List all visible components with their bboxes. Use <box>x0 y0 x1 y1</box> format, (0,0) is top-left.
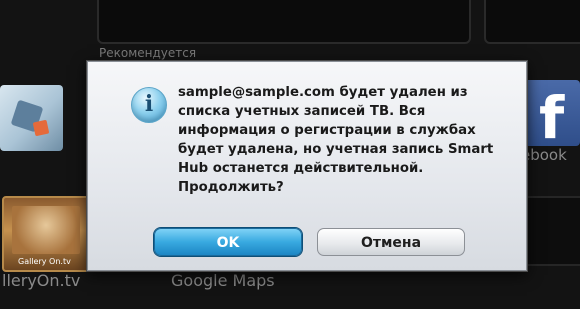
top-panel-left <box>97 0 471 44</box>
confirm-dialog: i sample@sample.com будет удален из спис… <box>87 61 527 271</box>
app-icon-shape <box>32 119 50 137</box>
facebook-caption: ebook <box>521 146 567 164</box>
info-glyph: i <box>144 91 154 117</box>
facebook-tile[interactable]: f <box>519 80 580 146</box>
facebook-icon: f <box>539 84 565 146</box>
dialog-message: sample@sample.com будет удален из списка… <box>178 85 494 195</box>
galleryon-tile[interactable]: Gallery On.tv <box>2 196 90 272</box>
top-panel-right <box>484 0 580 44</box>
galleryon-caption: lleryOn.tv <box>2 271 81 290</box>
app-tile-right[interactable] <box>521 196 580 266</box>
info-icon: i <box>131 87 167 123</box>
recommended-label: Рекомендуется <box>99 46 197 60</box>
gallery-badge: Gallery On.tv <box>18 257 71 266</box>
gallery-thumbnail <box>12 206 80 254</box>
cancel-button[interactable]: Отмена <box>317 228 465 256</box>
ok-button[interactable]: OK <box>154 228 302 256</box>
google-maps-caption: Google Maps <box>171 271 275 290</box>
app-tile-left[interactable] <box>0 85 63 151</box>
